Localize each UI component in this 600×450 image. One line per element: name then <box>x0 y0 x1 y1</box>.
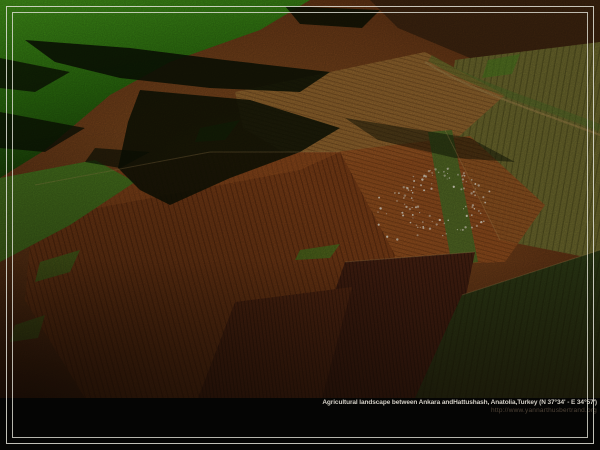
photo-caption-url: http://www.yannarthusbertrand.org <box>491 407 597 414</box>
wallpaper-stage: Agricultural landscape between Ankara an… <box>0 0 600 450</box>
photo-caption-title: Agricultural landscape between Ankara an… <box>322 399 597 406</box>
aerial-photo <box>0 0 600 398</box>
photo-vignette-corner <box>0 0 600 398</box>
